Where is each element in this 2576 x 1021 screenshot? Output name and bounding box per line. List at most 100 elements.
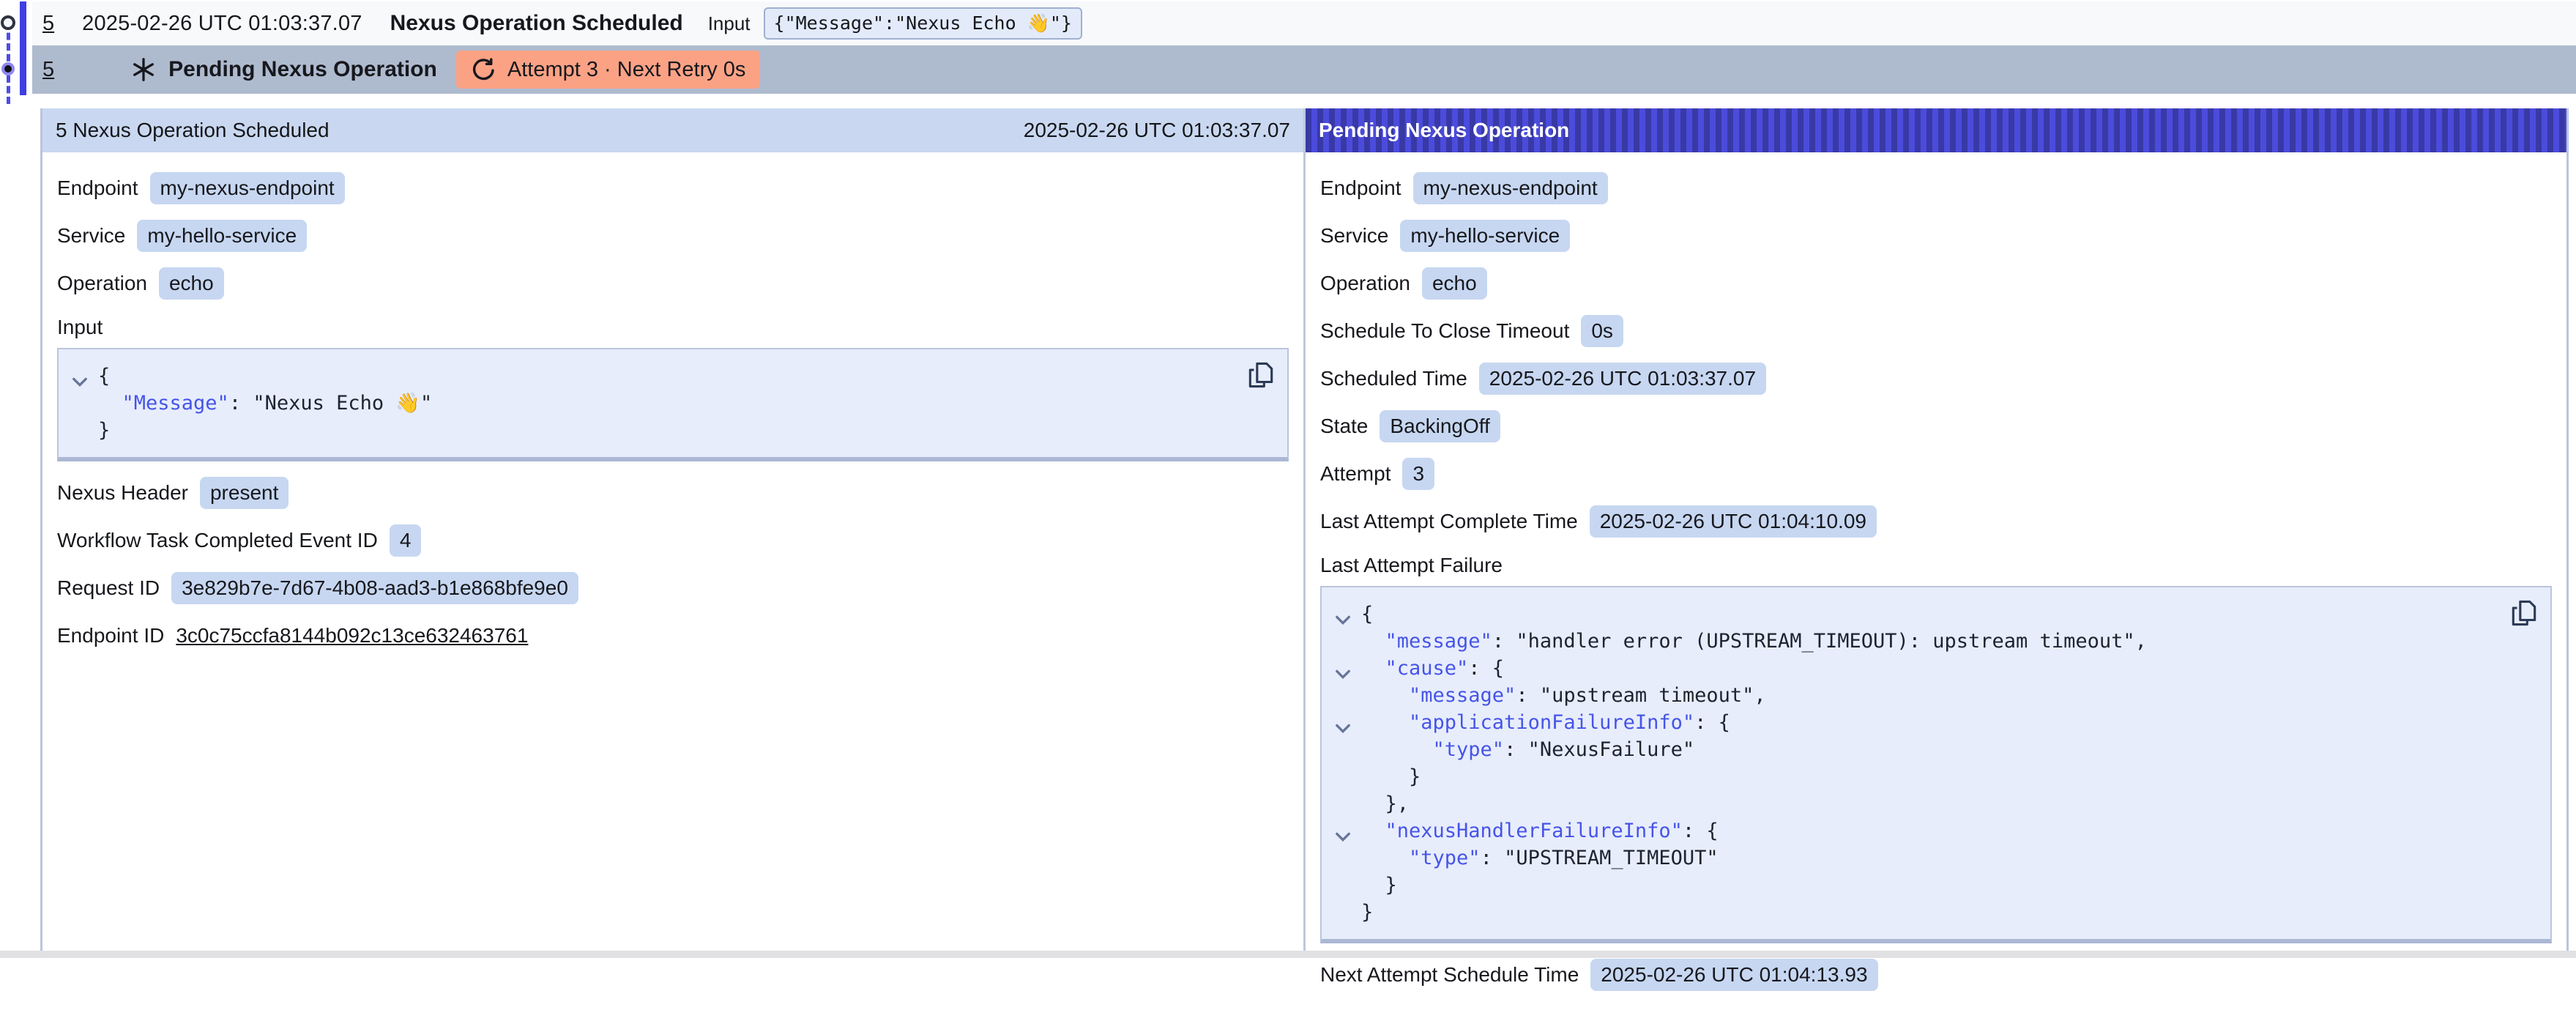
- field-label: State: [1320, 415, 1368, 438]
- code-line-content: }: [1361, 901, 1373, 924]
- field-label: Endpoint: [1320, 177, 1401, 200]
- input-inline-label: Input: [708, 12, 751, 35]
- chevron-down-icon[interactable]: [72, 371, 88, 387]
- code-line: "nexusHandlerFailureInfo": {: [1329, 817, 2499, 844]
- code-line: "cause": {: [1329, 655, 2499, 682]
- field-label: Operation: [57, 272, 147, 295]
- field-label: Nexus Header: [57, 481, 188, 505]
- pending-event-title: Pending Nexus Operation: [168, 57, 437, 82]
- field-row-operation: Operationecho: [1320, 267, 2552, 300]
- scheduled-fields-top: Endpointmy-nexus-endpointServicemy-hello…: [57, 172, 1289, 300]
- field-label: Request ID: [57, 576, 160, 600]
- chevron-down-icon[interactable]: [1335, 663, 1351, 679]
- scheduled-event-panel: 5 Nexus Operation Scheduled 2025-02-26 U…: [42, 108, 1303, 951]
- timeline-active-bar: [20, 1, 26, 95]
- code-line-content: {: [1361, 603, 1373, 625]
- code-line-content: }: [98, 419, 110, 442]
- last-attempt-failure-label: Last Attempt Failure: [1320, 554, 2552, 577]
- code-line: "applicationFailureInfo": {: [1329, 709, 2499, 736]
- field-label: Endpoint: [57, 177, 138, 200]
- field-row-attempt: Attempt 3: [1320, 458, 2552, 490]
- field-row-nexus-header: Nexus Header present: [57, 477, 1289, 509]
- event-id-link[interactable]: 5: [42, 12, 54, 36]
- pending-fields: Endpointmy-nexus-endpointServicemy-hello…: [1320, 172, 2552, 538]
- field-label: Service: [57, 224, 125, 248]
- event-details-container: 5 Nexus Operation Scheduled 2025-02-26 U…: [40, 108, 2569, 951]
- code-line-content: "cause": {: [1361, 657, 1504, 680]
- code-line-content: {: [98, 365, 110, 387]
- chevron-down-icon[interactable]: [1335, 825, 1351, 842]
- code-line: },: [1329, 790, 2499, 817]
- event-id-link[interactable]: 5: [42, 58, 54, 82]
- field-value-link[interactable]: 3c0c75ccfa8144b092c13ce632463761: [176, 624, 528, 647]
- code-line-content: }: [1361, 874, 1397, 896]
- field-label: Scheduled Time: [1320, 367, 1467, 390]
- timeline-gutter: [0, 1, 32, 111]
- field-value-badge: 2025-02-26 UTC 01:04:10.09: [1590, 505, 1877, 538]
- code-line: }: [66, 417, 1236, 444]
- retry-icon: [471, 57, 496, 82]
- event-title: Nexus Operation Scheduled: [390, 11, 683, 36]
- code-line: "Message": "Nexus Echo 👋": [66, 390, 1236, 417]
- event-time: 2025-02-26 UTC 01:03:37.07: [82, 12, 362, 36]
- failure-json-viewer: { "message": "handler error (UPSTREAM_TIM…: [1320, 586, 2552, 943]
- field-value-badge: 4: [390, 524, 422, 557]
- code-line: "message": "handler error (UPSTREAM_TIME…: [1329, 628, 2499, 655]
- field-value-badge: echo: [159, 267, 224, 300]
- scheduled-panel-title: 5 Nexus Operation Scheduled: [56, 119, 330, 142]
- code-line: }: [1329, 872, 2499, 899]
- input-section-label: Input: [57, 316, 1289, 339]
- copy-icon[interactable]: [2509, 598, 2539, 630]
- pending-panel-header: Pending Nexus Operation: [1306, 108, 2566, 152]
- field-row-scheduled-time: Scheduled Time 2025-02-26 UTC 01:03:37.07: [1320, 363, 2552, 395]
- scheduled-panel-time: 2025-02-26 UTC 01:03:37.07: [1024, 119, 1290, 142]
- field-row-state: State BackingOff: [1320, 410, 2552, 442]
- field-value-badge: present: [200, 477, 289, 509]
- code-line: }: [1329, 899, 2499, 926]
- chevron-down-icon[interactable]: [1335, 717, 1351, 733]
- field-label: Service: [1320, 224, 1388, 248]
- chevron-down-icon[interactable]: [1335, 609, 1351, 625]
- field-value-badge: my-hello-service: [1400, 220, 1570, 252]
- pending-fields-bottom: Next Attempt Schedule Time 2025-02-26 UTC…: [1320, 959, 2552, 991]
- field-value-badge: 3: [1402, 458, 1434, 490]
- field-row-schedule-to-close-timeout: Schedule To Close Timeout0s: [1320, 315, 2552, 347]
- input-json-viewer: { "Message": "Nexus Echo 👋"}: [57, 348, 1289, 461]
- field-value-badge: 2025-02-26 UTC 01:03:37.07: [1479, 363, 1766, 395]
- timeline-open-node-icon: [1, 15, 15, 30]
- field-value-badge: my-hello-service: [137, 220, 307, 252]
- code-line-content: },: [1361, 792, 1409, 815]
- scheduled-panel-body: Endpointmy-nexus-endpointServicemy-hello…: [42, 152, 1303, 682]
- field-label: Attempt: [1320, 462, 1391, 486]
- code-line: {: [1329, 601, 2499, 628]
- field-value-badge: 2025-02-26 UTC 01:04:13.93: [1590, 959, 1877, 991]
- field-row-next-attempt-schedule-time: Next Attempt Schedule Time 2025-02-26 UTC…: [1320, 959, 2552, 991]
- code-line: "type": "UPSTREAM_TIMEOUT": [1329, 844, 2499, 872]
- pending-panel-body: Endpointmy-nexus-endpointServicemy-hello…: [1306, 152, 2566, 1021]
- event-history-rows: 5 2025-02-26 UTC 01:03:37.07 Nexus Opera…: [32, 1, 2576, 94]
- input-preview-badge: {"Message":"Nexus Echo 👋"}: [764, 7, 1082, 40]
- timeline-selected-node-icon: [1, 62, 15, 75]
- code-line: "message": "upstream timeout",: [1329, 682, 2499, 709]
- event-row-pending-nexus-operation[interactable]: 5 Pending Nexus Operation Attempt 3 · Ne…: [32, 45, 2576, 94]
- code-line-content: "message": "handler error (UPSTREAM_TIME…: [1361, 630, 2147, 653]
- code-line: }: [1329, 763, 2499, 790]
- retry-attempt-badge[interactable]: Attempt 3 · Next Retry 0s: [456, 51, 761, 89]
- field-label: Next Attempt Schedule Time: [1320, 963, 1579, 987]
- copy-icon[interactable]: [1246, 360, 1276, 392]
- code-line-content: "nexusHandlerFailureInfo": {: [1361, 820, 1719, 842]
- code-line-content: }: [1361, 765, 1421, 788]
- field-label: Endpoint ID: [57, 624, 164, 647]
- code-line-content: "Message": "Nexus Echo 👋": [98, 392, 432, 415]
- scheduled-fields-bottom: Nexus HeaderpresentWorkflow Task Complet…: [57, 477, 1289, 652]
- code-line: {: [66, 363, 1236, 390]
- code-line-content: "type": "NexusFailure": [1361, 738, 1694, 761]
- field-row-last-attempt-complete-time: Last Attempt Complete Time2025-02-26 UTC…: [1320, 505, 2552, 538]
- bottom-scrollbar-track[interactable]: [0, 951, 2576, 958]
- field-value-badge: BackingOff: [1380, 410, 1500, 442]
- field-row-operation: Operation echo: [57, 267, 1289, 300]
- code-line-content: "applicationFailureInfo": {: [1361, 711, 1730, 734]
- field-row-request-id: Request ID3e829b7e-7d67-4b08-aad3-b1e868…: [57, 572, 1289, 604]
- field-value-badge: echo: [1422, 267, 1487, 300]
- event-row-nexus-operation-scheduled[interactable]: 5 2025-02-26 UTC 01:03:37.07 Nexus Opera…: [32, 1, 2576, 45]
